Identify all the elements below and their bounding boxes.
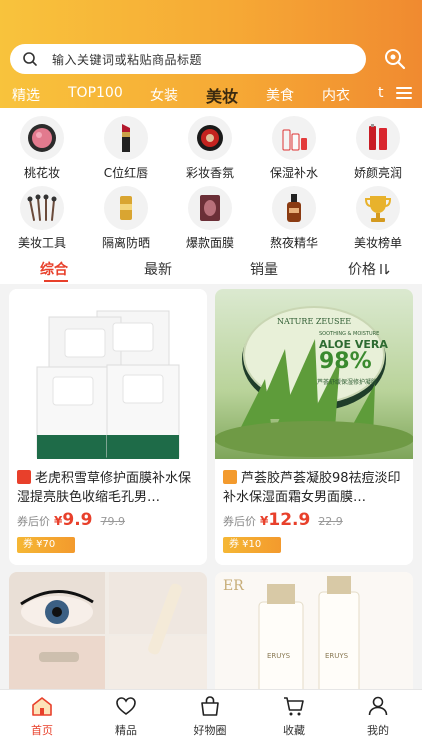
sort-active-indicator — [44, 280, 68, 282]
product-title: 芦荟胶芦荟凝胶98祛痘淡印补水保湿面霜女男面膜… — [223, 469, 407, 507]
search-scan-icon[interactable] — [382, 46, 408, 72]
nav-profile[interactable]: 我的 — [336, 694, 420, 738]
nav-label: 我的 — [367, 724, 389, 737]
store-badge-icon — [223, 470, 237, 484]
category-item-night-essence[interactable]: 熬夜精华 — [252, 186, 336, 251]
category-label: C位红唇 — [103, 166, 149, 180]
category-label: 娇颜亮润 — [353, 166, 402, 180]
tab-featured[interactable]: 精选 — [12, 85, 40, 105]
product-price: 9.9 — [62, 510, 93, 530]
category-label: 美妆榜单 — [353, 236, 402, 250]
nav-label: 收藏 — [283, 724, 305, 737]
category-item-face-mask[interactable]: 爆款面膜 — [168, 186, 252, 251]
search-icon — [22, 51, 38, 67]
sort-newest[interactable]: 最新 — [144, 259, 172, 279]
bottom-nav: 首页 精品 好物圈 收藏 我的 — [0, 689, 422, 750]
skincare-bottles-icon — [272, 116, 316, 160]
aloe-percent-text: 98% — [319, 349, 372, 374]
nav-label: 好物圈 — [193, 724, 227, 737]
coupon-badge[interactable]: 券 ¥10 — [223, 537, 281, 553]
trophy-icon — [356, 186, 400, 230]
essence-bottle-icon — [272, 186, 316, 230]
menu-icon[interactable] — [396, 87, 412, 101]
category-item-lipstick[interactable]: C位红唇 — [84, 116, 168, 181]
sort-price-label: 价格 — [348, 262, 376, 278]
blush-compact-icon — [20, 116, 64, 160]
aloe-sub-text: SOOTHING & MOISTURE — [319, 331, 380, 337]
category-item-tools[interactable]: 美妆工具 — [0, 186, 84, 251]
cart-icon — [284, 697, 304, 716]
user-icon — [368, 696, 388, 716]
sunscreen-icon — [104, 186, 148, 230]
category-label: 彩妆香氛 — [185, 166, 234, 180]
sort-arrows-icon — [380, 264, 390, 275]
price-row: 券后价 ¥12.9 22.9 — [223, 510, 343, 530]
category-label: 美妆工具 — [17, 236, 66, 250]
product-title: 老虎积雪草修护面膜补水保湿提亮肤色收缩毛孔男… — [17, 469, 201, 507]
category-item-blush[interactable]: 桃花妆 — [0, 116, 84, 181]
product-title-text: 芦荟胶芦荟凝胶98祛痘淡印补水保湿面霜女男面膜… — [223, 471, 401, 505]
home-icon — [32, 697, 52, 716]
after-coupon-label: 券后价 — [17, 515, 50, 528]
search-placeholder: 输入关键词或粘贴商品标题 — [52, 52, 203, 67]
category-grid: 桃花妆 C位红唇 彩妆香氛 保湿补水 娇颜亮润 美妆工具 隔离防晒 爆款面膜 熬… — [0, 108, 422, 250]
product-image-face-mask — [9, 289, 207, 459]
tab-underwear[interactable]: 内衣 — [322, 85, 350, 105]
category-item-sunscreen[interactable]: 隔离防晒 — [84, 186, 168, 251]
tmall-badge-icon — [17, 470, 31, 484]
nav-home[interactable]: 首页 — [0, 694, 84, 738]
shopping-bag-icon — [201, 696, 219, 716]
red-serum-bottles-icon — [356, 116, 400, 160]
makeup-brushes-icon — [20, 186, 64, 230]
product-image-aloe-gel: NATURE ZEUSEE SOOTHING & MOISTURE ALOE V… — [215, 289, 413, 459]
sort-bar: 综合 最新 销量 价格 — [0, 250, 422, 284]
logo-text: ER — [223, 578, 244, 594]
lipstick-icon — [104, 116, 148, 160]
category-label: 隔离防晒 — [101, 236, 150, 250]
product-image-mascara — [9, 572, 207, 702]
product-price: 12.9 — [268, 510, 311, 530]
tab-beauty[interactable]: 美妆 — [206, 83, 238, 107]
nav-premium[interactable]: 精品 — [84, 694, 168, 738]
heart-icon — [116, 697, 136, 715]
category-item-rankings[interactable]: 美妆榜单 — [336, 186, 420, 251]
sort-comprehensive[interactable]: 综合 — [40, 259, 68, 279]
bottle-brand-text: ERUYS — [267, 652, 291, 660]
original-price: 79.9 — [100, 515, 125, 528]
makeup-compact-icon — [188, 116, 232, 160]
category-label: 保湿补水 — [269, 166, 318, 180]
product-image-skincare-bottles: ER ERUYS ERUYS — [215, 572, 413, 702]
product-card[interactable]: NATURE ZEUSEE SOOTHING & MOISTURE ALOE V… — [215, 289, 413, 565]
sort-sales[interactable]: 销量 — [250, 259, 278, 279]
nav-label: 精品 — [115, 724, 137, 737]
after-coupon-label: 券后价 — [223, 515, 256, 528]
tab-food[interactable]: 美食 — [266, 85, 294, 105]
product-card[interactable] — [9, 572, 207, 702]
search-input[interactable]: 输入关键词或粘贴商品标题 — [10, 44, 366, 74]
nav-good-stuff[interactable]: 好物圈 — [168, 694, 252, 738]
product-card[interactable]: ER ERUYS ERUYS — [215, 572, 413, 702]
nav-label: 首页 — [31, 724, 53, 737]
nav-favorites[interactable]: 收藏 — [252, 694, 336, 738]
aloe-cn-text: 芦荟舒缓保湿修护凝胶 — [317, 379, 378, 386]
product-title-text: 老虎积雪草修护面膜补水保湿提亮肤色收缩毛孔男… — [17, 471, 192, 505]
bottle-brand-text: ERUYS — [325, 652, 349, 660]
tab-top100[interactable]: TOP100 — [68, 85, 123, 101]
price-row: 券后价 ¥9.9 79.9 — [17, 510, 125, 530]
coupon-badge[interactable]: 券 ¥70 — [17, 537, 75, 553]
sort-price[interactable]: 价格 — [348, 259, 390, 279]
category-label: 熬夜精华 — [269, 236, 318, 250]
aloe-brand-text: NATURE ZEUSEE — [277, 317, 352, 326]
category-label: 爆款面膜 — [185, 236, 234, 250]
category-item-makeup-fragrance[interactable]: 彩妆香氛 — [168, 116, 252, 181]
product-card[interactable]: 老虎积雪草修护面膜补水保湿提亮肤色收缩毛孔男… 券后价 ¥9.9 79.9 券 ¥7… — [9, 289, 207, 565]
category-item-moisturizing[interactable]: 保湿补水 — [252, 116, 336, 181]
category-item-radiance[interactable]: 娇颜亮润 — [336, 116, 420, 181]
tab-more[interactable]: t — [378, 85, 384, 101]
face-mask-icon — [188, 186, 232, 230]
original-price: 22.9 — [318, 515, 343, 528]
category-label: 桃花妆 — [23, 166, 60, 180]
tab-womens-clothing[interactable]: 女装 — [150, 85, 178, 105]
